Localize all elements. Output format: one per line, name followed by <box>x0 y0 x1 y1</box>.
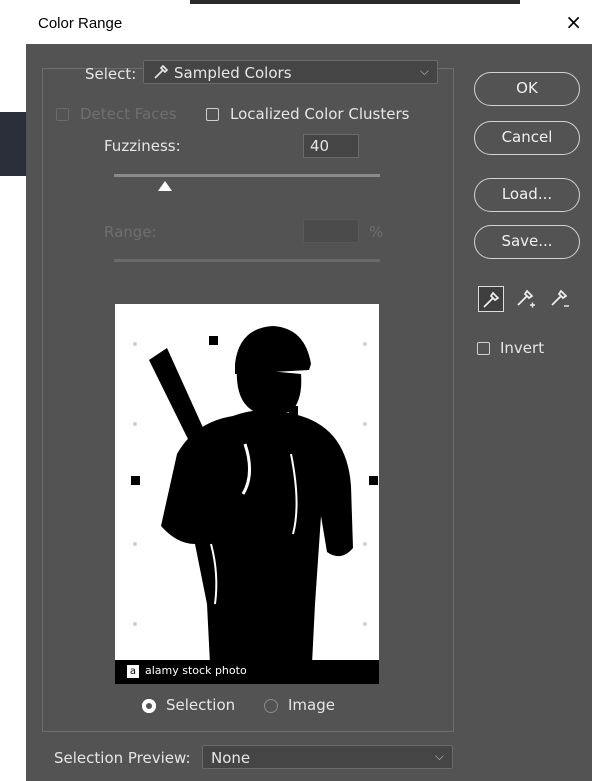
preview-silhouette <box>115 304 379 684</box>
range-label: Range: <box>104 223 157 241</box>
invert-checkbox[interactable] <box>477 342 490 355</box>
fuzziness-input[interactable]: 40 <box>303 134 359 158</box>
selection-radio-label: Selection <box>166 696 236 714</box>
localized-clusters-checkbox[interactable] <box>206 108 219 121</box>
eyedropper-minus-icon <box>551 289 569 307</box>
load-button[interactable]: Load... <box>474 178 580 212</box>
selection-radio[interactable] <box>142 699 156 713</box>
invert-label: Invert <box>500 339 545 357</box>
alamy-logo: a <box>127 665 139 678</box>
image-radio[interactable] <box>264 699 278 713</box>
eyedropper-add-tool[interactable] <box>514 286 540 312</box>
selection-preview-image: a alamy stock photo <box>115 304 379 684</box>
select-dropdown[interactable]: Sampled Colors ⌵ <box>143 60 438 84</box>
watermark-text: alamy stock photo <box>145 664 247 677</box>
image-radio-label: Image <box>288 696 335 714</box>
eyedropper-icon <box>152 63 170 85</box>
chevron-down-icon: ⌵ <box>434 749 444 763</box>
eyedropper-plus-icon <box>517 289 535 308</box>
selection-preview-value: None <box>211 749 251 767</box>
title-bar: Color Range × <box>26 4 592 44</box>
range-slider-track <box>114 259 380 262</box>
cancel-button[interactable]: Cancel <box>474 121 580 155</box>
fuzziness-slider-thumb[interactable] <box>158 181 172 191</box>
range-input[interactable] <box>303 219 359 243</box>
eyedropper-subtract-tool[interactable] <box>548 286 574 312</box>
fuzziness-label: Fuzziness: <box>104 137 181 155</box>
dialog-title: Color Range <box>38 15 123 32</box>
eyedropper-tool[interactable] <box>478 286 504 312</box>
detect-faces-label: Detect Faces <box>80 105 177 123</box>
background-tab <box>0 112 26 176</box>
ok-button[interactable]: OK <box>474 72 580 106</box>
select-value: Sampled Colors <box>174 64 292 82</box>
close-icon[interactable]: × <box>565 10 582 34</box>
save-button[interactable]: Save... <box>474 225 580 259</box>
selection-preview-label: Selection Preview: <box>54 749 191 767</box>
select-label: Select: <box>85 65 137 83</box>
chevron-down-icon: ⌵ <box>419 64 429 78</box>
range-unit: % <box>369 223 384 241</box>
detect-faces-checkbox[interactable] <box>56 108 69 121</box>
fuzziness-slider-track[interactable] <box>114 174 380 177</box>
color-range-dialog: Color Range × Select: Sampled Colors ⌵ D… <box>26 4 592 781</box>
eyedropper-icon <box>483 291 500 308</box>
selection-preview-dropdown[interactable]: None ⌵ <box>202 745 453 769</box>
localized-clusters-label: Localized Color Clusters <box>230 105 410 123</box>
